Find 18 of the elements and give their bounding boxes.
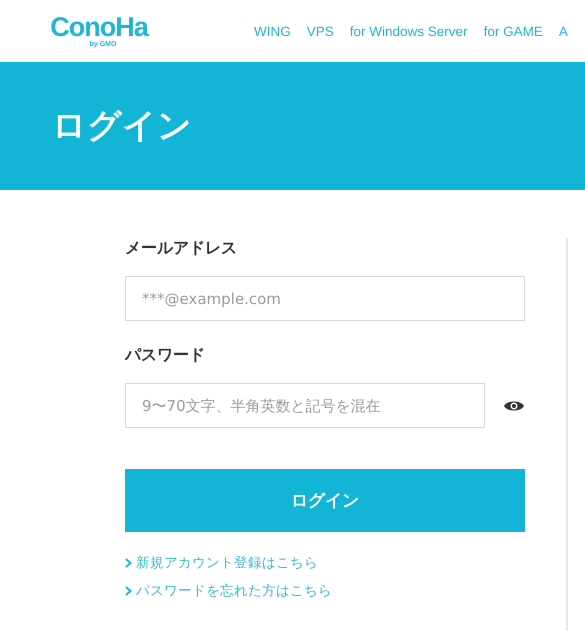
logo[interactable]: ConoHa: [50, 13, 148, 41]
eye-icon: [504, 398, 524, 412]
chevron-icon: [125, 586, 132, 596]
nav-link[interactable]: for GAME: [484, 24, 543, 38]
login-button[interactable]: ログイン: [125, 469, 525, 532]
show-password-button[interactable]: [504, 398, 524, 412]
email-field[interactable]: ***@example.com: [125, 276, 525, 321]
nav-link[interactable]: VPS: [306, 24, 334, 38]
password-field[interactable]: 9〜70文字、半角英数と記号を混在: [125, 383, 485, 428]
field-label: メールアドレス: [125, 238, 238, 259]
text-link[interactable]: 新規アカウント登録はこちら: [136, 554, 318, 572]
nav-link[interactable]: WING: [254, 24, 291, 38]
chevron-icon: [125, 558, 132, 568]
field-label: パスワード: [125, 345, 206, 366]
nav-link[interactable]: for Windows Server: [350, 24, 468, 38]
nav-link[interactable]: A: [558, 24, 568, 38]
page-title: ログイン: [52, 105, 192, 148]
text-link[interactable]: パスワードを忘れた方はこちら: [136, 582, 332, 600]
